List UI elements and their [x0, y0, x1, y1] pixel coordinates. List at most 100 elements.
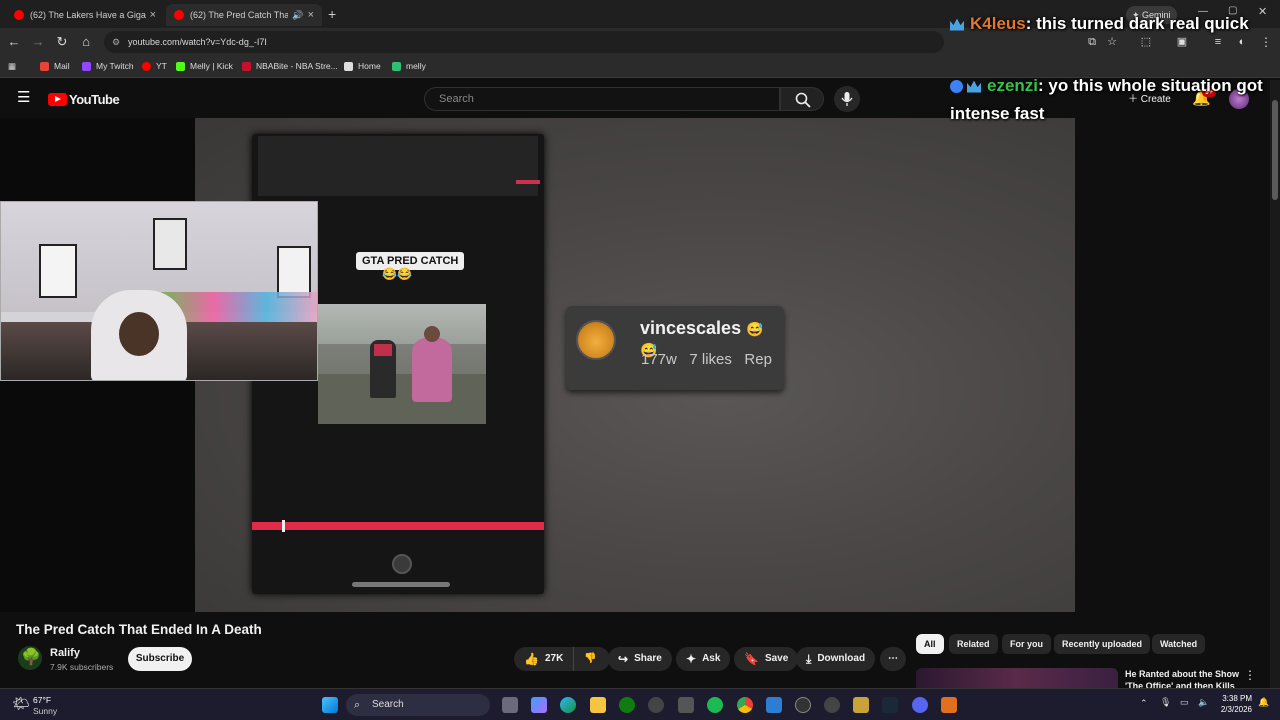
twitch-icon — [82, 61, 91, 71]
steam-icon[interactable] — [882, 697, 898, 713]
save-label: Save — [764, 653, 789, 664]
youtube-logo-text: YouTube — [69, 92, 120, 107]
video-title: The Pred Catch That Ended In A Death — [16, 622, 262, 637]
bookmark-home[interactable]: Home — [344, 61, 381, 71]
photos-icon[interactable] — [766, 697, 782, 713]
chip-recently-uploaded[interactable]: Recently uploaded — [1054, 634, 1151, 654]
like-button[interactable]: 👍 27K — [514, 647, 575, 671]
spotify-icon[interactable] — [707, 697, 723, 713]
bookmark-yt[interactable]: YT — [142, 61, 167, 71]
search-button[interactable] — [780, 87, 824, 111]
character-head — [424, 326, 440, 342]
share-label: Share — [634, 653, 662, 664]
nba-icon — [242, 61, 251, 71]
file-explorer-icon[interactable] — [590, 697, 606, 713]
new-tab-icon[interactable]: + — [328, 6, 336, 22]
reload-icon[interactable]: ↻ — [54, 34, 70, 50]
browser-tab[interactable]: (62) The Lakers Have a Gigantic × — [6, 4, 164, 26]
wall-poster — [277, 246, 311, 298]
chip-related[interactable]: Related — [949, 634, 998, 654]
share-button[interactable]: ↪ Share — [608, 647, 672, 671]
microphone-tray-icon[interactable]: 🎙 — [1160, 697, 1171, 708]
subscribe-button[interactable]: Subscribe — [128, 647, 192, 671]
back-icon[interactable]: ← — [6, 34, 22, 50]
discord-icon[interactable] — [912, 697, 928, 713]
verified-icon — [950, 80, 963, 94]
x-icon — [344, 61, 353, 71]
page-scrollbar[interactable] — [1270, 80, 1280, 688]
close-icon[interactable]: × — [304, 9, 314, 21]
clock-time[interactable]: 3:38 PM — [1218, 694, 1252, 703]
search-input[interactable]: Search — [424, 87, 780, 111]
close-icon[interactable]: × — [146, 9, 156, 21]
bookmark-icon: 🔖 — [744, 652, 759, 666]
app-icon[interactable] — [853, 697, 869, 713]
download-button[interactable]: ⤓ Download — [796, 647, 876, 671]
scrollbar-thumb[interactable] — [1272, 100, 1278, 200]
recommendation-title[interactable]: He Ranted about the Show 'The Office' an… — [1125, 668, 1255, 688]
channel-name[interactable]: Ralify — [50, 647, 80, 659]
kick-icon — [392, 61, 401, 71]
clip-sky — [318, 304, 486, 344]
chip-watched[interactable]: Watched — [1152, 634, 1206, 654]
tray-overflow-icon[interactable]: ⌃ — [1140, 698, 1148, 709]
speaker-icon[interactable]: 🔊 — [292, 10, 303, 21]
browser-tab-active[interactable]: (62) The Pred Catch That E 🔊 × — [166, 4, 322, 26]
phone-indicator — [516, 180, 540, 184]
obs-icon[interactable] — [648, 697, 664, 713]
ask-label: Ask — [702, 653, 721, 664]
streamlabs-icon[interactable] — [824, 697, 840, 713]
microphone-icon — [841, 92, 853, 106]
thumbs-down-icon: 👎 — [584, 653, 597, 664]
subscriber-count: 7.9K subscribers — [50, 662, 114, 672]
windows-start-icon[interactable] — [322, 697, 338, 713]
notification-center-icon[interactable]: 🔔 — [1258, 697, 1269, 708]
save-button[interactable]: 🔖 Save — [734, 647, 799, 671]
task-view-icon[interactable] — [502, 697, 518, 713]
bookmark-melly[interactable]: melly — [392, 61, 426, 71]
chat-message: K4leus: this turned dark real quick — [950, 10, 1270, 38]
store-icon[interactable] — [678, 697, 694, 713]
phone-home-indicator — [352, 582, 450, 587]
recommendation-thumbnail[interactable] — [916, 668, 1118, 690]
tree-icon: 🌳 — [21, 649, 41, 666]
dislike-button[interactable]: 👎 — [574, 647, 606, 671]
voice-search-button[interactable] — [834, 86, 860, 112]
channel-avatar[interactable]: 🌳 — [18, 646, 42, 670]
app-icon[interactable] — [941, 697, 957, 713]
forward-icon[interactable]: → — [30, 34, 46, 50]
site-info-icon[interactable]: ⚙ — [112, 31, 120, 53]
like-dislike-group: 👍 27K 👎 — [514, 647, 610, 671]
youtube-logo[interactable]: YouTube — [48, 92, 120, 107]
clock-date[interactable]: 2/3/2026 — [1212, 705, 1252, 714]
apps-icon[interactable]: ▦ — [8, 61, 16, 72]
bookmark-mail[interactable]: Mail — [40, 61, 70, 71]
chrome-icon[interactable] — [737, 697, 753, 713]
more-actions-button[interactable]: ⋯ — [880, 647, 906, 671]
youtube-play-logo-icon — [48, 93, 67, 106]
display-tray-icon[interactable]: ▭ — [1180, 697, 1189, 708]
ask-button[interactable]: ✦ Ask — [676, 647, 731, 671]
bookmark-melly-kick[interactable]: Melly | Kick — [176, 61, 233, 71]
weather-icon[interactable]: 🌤 — [12, 695, 30, 712]
download-icon: ⤓ — [806, 652, 812, 666]
copilot-icon[interactable] — [531, 697, 547, 713]
kick-icon — [176, 61, 185, 71]
bookmark-label: My Twitch — [96, 61, 134, 71]
edge-icon[interactable] — [560, 697, 576, 713]
xbox-icon[interactable] — [619, 697, 635, 713]
hamburger-menu-icon[interactable]: ☰ — [17, 90, 30, 105]
chip-all[interactable]: All — [916, 634, 944, 654]
volume-tray-icon[interactable]: 🔈 — [1198, 697, 1209, 708]
media-player-icon[interactable] — [795, 697, 811, 713]
taskbar-search[interactable]: ⌕ Search — [346, 694, 490, 716]
bookmark-nbabite[interactable]: NBABite - NBA Stre... — [242, 61, 338, 71]
home-icon[interactable]: ⌂ — [78, 34, 94, 50]
chip-for-you[interactable]: For you — [1002, 634, 1051, 654]
bookmark-my-twitch[interactable]: My Twitch — [82, 61, 134, 71]
url-input[interactable]: ⚙ youtube.com/watch?v=Ydc-dg_-I7I — [104, 31, 944, 53]
streamer-face — [119, 312, 159, 356]
weather-temp: 67°F — [33, 695, 52, 705]
recommendation-menu-icon[interactable]: ⋮ — [1244, 668, 1256, 682]
comment-likes: 7 likes — [689, 351, 732, 368]
